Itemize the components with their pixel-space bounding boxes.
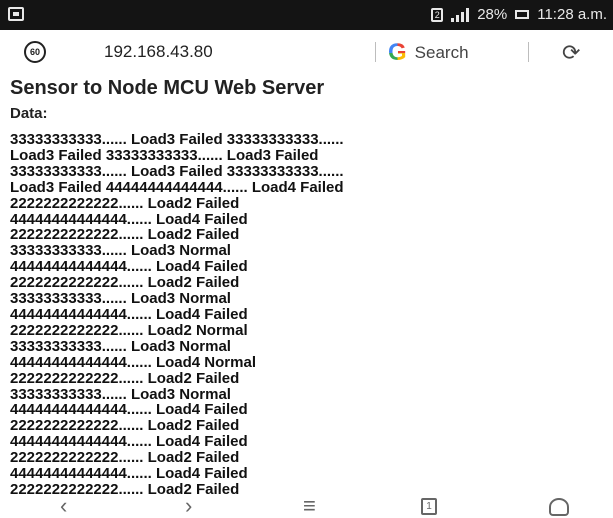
log-line: Load3 Failed 33333333333...... Load3 Fai…: [10, 146, 319, 164]
log-line: 33333333333...... Load3 Failed 333333333…: [10, 131, 344, 148]
battery-icon: [515, 10, 530, 19]
site-info-icon[interactable]: 60: [24, 41, 46, 63]
browser-nav-bar: ‹ › ≡ 1: [0, 494, 613, 517]
back-icon[interactable]: ‹: [60, 494, 67, 517]
divider: [528, 42, 529, 62]
log-line: 2222222222222...... Load2 Failed: [10, 194, 240, 212]
reload-icon[interactable]: ⟳: [562, 40, 580, 66]
page-content: Sensor to Node MCU Web Server Data: 3333…: [10, 74, 613, 494]
log-line: 2222222222222...... Load2 Normal: [10, 321, 248, 339]
divider: [375, 42, 376, 62]
data-label: Data:: [10, 105, 48, 122]
page-title: Sensor to Node MCU Web Server: [10, 77, 325, 99]
log-line: 44444444444444...... Load4 Failed: [10, 258, 248, 276]
home-icon[interactable]: [549, 498, 569, 516]
forward-icon[interactable]: ›: [185, 494, 192, 517]
log-line: 33333333333...... Load3 Normal: [10, 290, 231, 308]
url-field[interactable]: 192.168.43.80: [104, 42, 213, 62]
log-line: 44444444444444...... Load4 Failed: [10, 465, 248, 483]
log-line: 2222222222222...... Load2 Failed: [10, 274, 240, 292]
search-button[interactable]: G Search: [388, 39, 469, 67]
log-line: 2222222222222...... Load2 Failed: [10, 226, 240, 244]
log-line: 33333333333...... Load3 Normal: [10, 242, 231, 260]
log-line: 33333333333...... Load3 Normal: [10, 337, 231, 355]
clock: 11:28 a.m.: [537, 6, 607, 23]
log-line: 44444444444444...... Load4 Failed: [10, 401, 248, 419]
log-line: 44444444444444...... Load4 Failed: [10, 433, 248, 451]
status-bar: 2 28% 11:28 a.m.: [0, 0, 613, 30]
log-line: 33333333333...... Load3 Normal: [10, 385, 231, 403]
log-line: 44444444444444...... Load4 Normal: [10, 353, 256, 371]
log-line: 33333333333...... Load3 Failed 333333333…: [10, 162, 344, 180]
log-line: Load3 Failed 44444444444444...... Load4 …: [10, 178, 344, 196]
gallery-notification-icon: [8, 7, 24, 21]
sim-icon: 2: [431, 7, 444, 22]
log-line: 44444444444444...... Load4 Failed: [10, 305, 248, 323]
data-log: 33333333333...... Load3 Failed 333333333…: [10, 132, 613, 494]
browser-address-bar: 60 192.168.43.80 G Search ⟳: [0, 30, 613, 74]
status-indicators: 2 28% 11:28 a.m.: [431, 6, 607, 23]
log-line: 2222222222222...... Load2 Failed: [10, 369, 240, 387]
signal-icon: [451, 7, 470, 22]
log-line: 44444444444444...... Load4 Failed: [10, 210, 248, 228]
log-line: 2222222222222...... Load2 Failed: [10, 449, 240, 467]
battery-percent: 28%: [477, 6, 508, 23]
log-line: 2222222222222...... Load2 Failed: [10, 417, 240, 435]
search-label: Search: [414, 43, 469, 62]
menu-icon[interactable]: ≡: [303, 494, 316, 517]
tabs-icon[interactable]: 1: [421, 498, 437, 515]
google-icon: G: [388, 39, 407, 66]
